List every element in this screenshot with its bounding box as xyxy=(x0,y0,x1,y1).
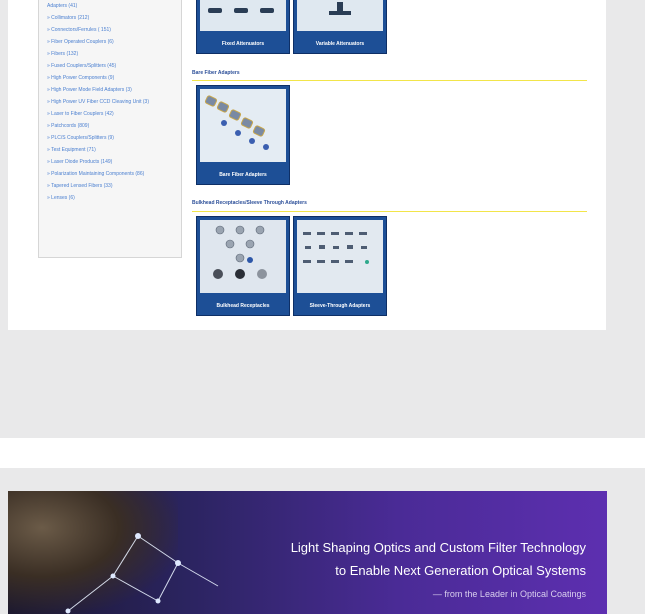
category-item[interactable]: » Polarization Maintaining Components (8… xyxy=(39,170,181,182)
product-grid: Fixed Attenuators Variable Attenuators B… xyxy=(192,0,587,330)
category-item[interactable]: » PLC/S Couplers/Splitters (9) xyxy=(39,134,181,146)
card-label: Bulkhead Receptacles xyxy=(216,303,270,309)
screenshot-panel: Adapters (41) » Collimators (212) » Conn… xyxy=(0,0,645,438)
banner-headline-line1: Light Shaping Optics and Custom Filter T… xyxy=(290,540,586,555)
card-label: Variable Attenuators xyxy=(315,41,365,47)
category-item[interactable]: » Fibers (132) xyxy=(39,50,181,62)
product-image xyxy=(200,89,286,162)
category-item[interactable]: » Patchcords (809) xyxy=(39,122,181,134)
attenuator-illustration xyxy=(208,8,274,13)
category-item[interactable]: » Lenses (6) xyxy=(39,194,181,206)
category-item[interactable]: » Laser Diode Products (149) xyxy=(39,158,181,170)
product-card-fixed-attenuators[interactable]: Fixed Attenuators xyxy=(196,0,290,54)
category-item[interactable]: » Collimators (212) xyxy=(39,14,181,26)
category-item[interactable]: » Connectors/Ferrules ( 151) xyxy=(39,26,181,38)
category-item[interactable]: » High Power Components (9) xyxy=(39,74,181,86)
category-item[interactable]: » Tapered Lensed Fibers (33) xyxy=(39,182,181,194)
banner-tagline: — from the Leader in Optical Coatings xyxy=(432,589,586,599)
category-item[interactable]: » High Power UV Fiber CCD Cleaving Unit … xyxy=(39,98,181,110)
card-label: Sleeve-Through Adapters xyxy=(309,303,371,309)
category-item[interactable]: » Laser to Fiber Couplers (42) xyxy=(39,110,181,122)
product-image xyxy=(297,220,383,293)
attenuator-illustration xyxy=(329,2,351,15)
section-title-bulkhead: Bulkhead Receptacles/Sleeve Through Adap… xyxy=(192,200,307,206)
product-card-variable-attenuators[interactable]: Variable Attenuators xyxy=(293,0,387,54)
sleeve-adapter-illustration xyxy=(303,232,369,264)
banner-headline-line2: to Enable Next Generation Optical System… xyxy=(335,563,586,578)
section-title-bare-fiber: Bare Fiber Adapters xyxy=(192,70,240,76)
product-card-bulkhead-receptacles[interactable]: Bulkhead Receptacles xyxy=(196,216,290,316)
card-label: Bare Fiber Adapters xyxy=(219,172,267,178)
category-item[interactable]: » Fiber Operated Couplers (6) xyxy=(39,38,181,50)
section-divider xyxy=(192,80,587,81)
category-list: Adapters (41) » Collimators (212) » Conn… xyxy=(39,0,181,206)
section-divider xyxy=(192,211,587,212)
network-lines-graphic xyxy=(65,533,219,614)
embedded-page-screenshot: Adapters (41) » Collimators (212) » Conn… xyxy=(8,0,606,330)
product-image xyxy=(297,0,383,31)
bare-fiber-adapter-illustration xyxy=(204,95,269,150)
category-item[interactable]: » Test Equipment (71) xyxy=(39,146,181,158)
category-item[interactable]: » High Power Mode Field Adapters (3) xyxy=(39,86,181,98)
advertisement-banner[interactable]: Light Shaping Optics and Custom Filter T… xyxy=(8,491,607,614)
product-image xyxy=(200,220,286,293)
product-card-sleeve-through-adapters[interactable]: Sleeve-Through Adapters xyxy=(293,216,387,316)
card-label: Fixed Attenuators xyxy=(221,41,265,47)
category-item[interactable]: » Fused Couplers/Splitters (45) xyxy=(39,62,181,74)
product-card-bare-fiber-adapters[interactable]: Bare Fiber Adapters xyxy=(196,85,290,185)
category-sidebar: Adapters (41) » Collimators (212) » Conn… xyxy=(38,0,182,258)
product-image xyxy=(200,0,286,31)
bulkhead-receptacle-illustration xyxy=(213,225,267,279)
category-item[interactable]: Adapters (41) xyxy=(39,2,181,14)
